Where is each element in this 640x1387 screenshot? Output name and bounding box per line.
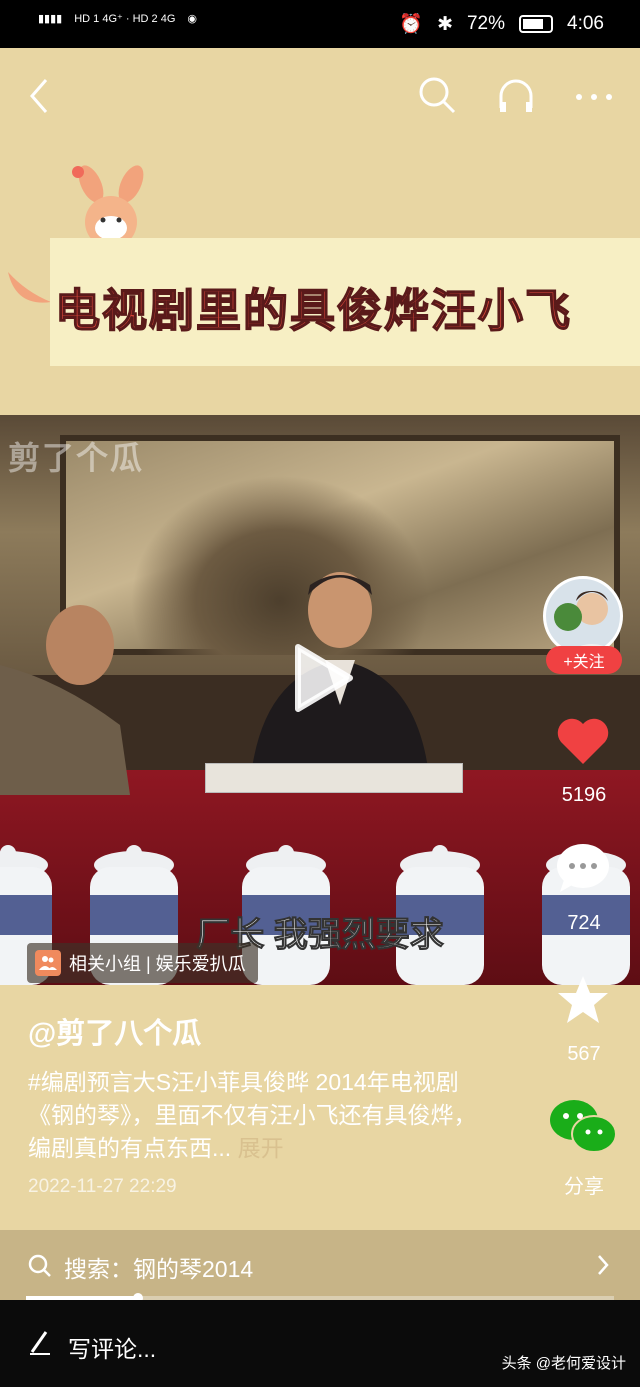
pen-icon	[30, 1331, 50, 1355]
banner-title: 电视剧里的具俊烨汪小飞	[54, 284, 573, 337]
like-count: 5196	[561, 784, 607, 806]
signal-icon: ▮▮▮▮	[38, 13, 63, 25]
battery-percent: 72%	[466, 13, 506, 34]
video-watermark: 剪了个瓜	[8, 440, 145, 476]
top-nav	[0, 48, 640, 148]
alarm-icon: ⏰	[399, 14, 424, 35]
search-suggestion: 搜索：钢的琴2014	[64, 1256, 254, 1282]
comment-bar: 写评论... 头条 @老何爱设计	[0, 1300, 640, 1387]
tail-icon	[8, 272, 51, 303]
favorite-icon[interactable]	[556, 974, 610, 1026]
author-name[interactable]: @剪了八个瓜	[28, 1010, 201, 1052]
expand-link[interactable]: 展开	[238, 1135, 284, 1161]
video-player[interactable]: 剪了个瓜 厂长 我强烈要求	[0, 415, 640, 985]
post-description: #编剧预言大S汪小菲具俊晔 2014年电视剧《钢的琴》，里面不仅有汪小飞还有具俊…	[28, 1066, 498, 1165]
video-newspaper	[205, 763, 463, 793]
related-group-tag[interactable]: 相关小组 | 娱乐爱扒瓜	[27, 943, 258, 983]
author-avatar[interactable]	[543, 576, 623, 656]
article-screen: 电视剧里的具俊烨汪小飞 剪了个瓜 厂长 我强烈要求 相关小组 | 娱乐爱扒瓜 @…	[0, 48, 640, 1303]
comment-icon[interactable]	[556, 842, 610, 894]
headphones-icon[interactable]	[496, 76, 536, 116]
search-icon[interactable]	[418, 76, 458, 116]
related-group-label: 相关小组 | 娱乐爱扒瓜	[69, 954, 246, 974]
status-network: ▮▮▮▮ HD 1 4G⁺ · HD 2 4G ◉	[38, 12, 197, 25]
favorite-count: 567	[567, 1043, 601, 1065]
clock: 4:06	[567, 13, 604, 34]
status-bar: ▮▮▮▮ HD 1 4G⁺ · HD 2 4G ◉ ⏰ ✱ 72% 4:06	[0, 0, 640, 48]
video-person-left	[0, 605, 130, 795]
comment-count: 724	[567, 912, 601, 934]
status-system: ⏰ ✱ 72% 4:06	[399, 12, 604, 36]
battery-icon	[519, 15, 554, 33]
follow-button[interactable]: +关注	[546, 646, 622, 674]
post-date: 2022-11-27 22:29	[28, 1176, 177, 1197]
brand-watermark: 头条 @老何爱设计	[501, 1355, 626, 1372]
comment-input[interactable]: 写评论...	[68, 1330, 156, 1364]
play-icon[interactable]	[292, 643, 354, 713]
eye-icon: ◉	[187, 13, 197, 25]
search-icon	[28, 1254, 51, 1277]
share-label: 分享	[564, 1176, 604, 1198]
related-search-bar[interactable]: 搜索：钢的琴2014	[0, 1230, 640, 1300]
network-label: HD 1 4G⁺ · HD 2 4G	[74, 13, 176, 25]
chevron-right-icon	[598, 1255, 609, 1275]
bluetooth-icon: ✱	[437, 13, 453, 35]
wechat-share-icon[interactable]	[548, 1098, 618, 1156]
like-icon[interactable]	[555, 716, 611, 766]
group-icon	[35, 950, 61, 976]
back-button[interactable]	[26, 76, 54, 116]
more-icon[interactable]	[574, 92, 614, 102]
